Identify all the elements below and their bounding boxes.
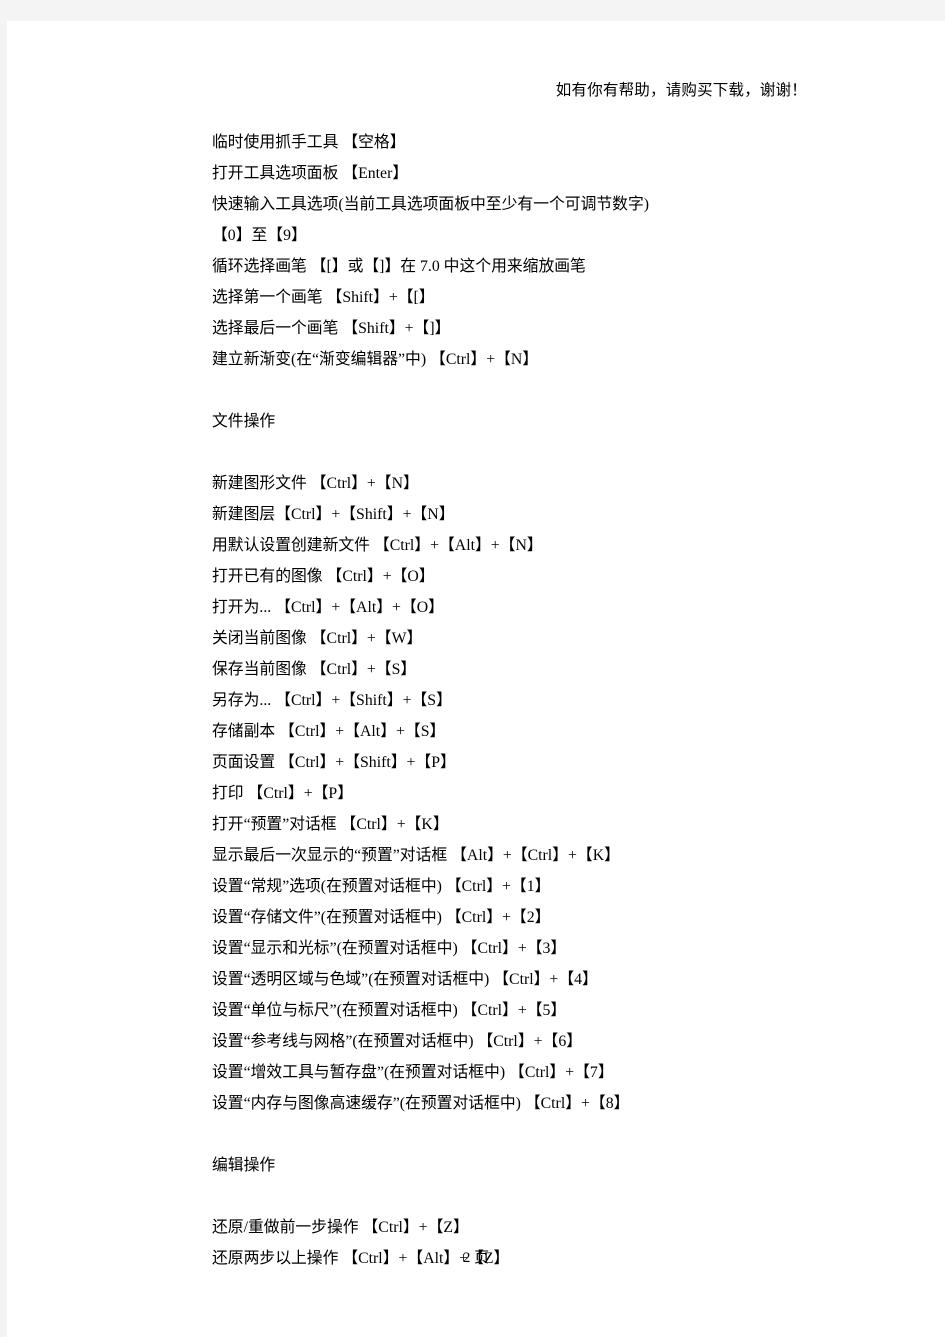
shortcut-line: 设置“单位与标尺”(在预置对话框中) 【Ctrl】+【5】 (212, 1002, 567, 1019)
section-heading: 编辑操作 (212, 1157, 276, 1174)
shortcut-line: 设置“显示和光标”(在预置对话框中) 【Ctrl】+【3】 (212, 940, 567, 957)
shortcut-line: 打开已有的图像 【Ctrl】+【O】 (212, 568, 435, 585)
shortcut-line: 选择最后一个画笔 【Shift】+【]】 (212, 320, 451, 337)
shortcut-line: 打开为... 【Ctrl】+【Alt】+【O】 (212, 599, 444, 616)
shortcut-line: 另存为... 【Ctrl】+【Shift】+【S】 (212, 692, 452, 709)
shortcut-line: 快速输入工具选项(当前工具选项面板中至少有一个可调节数字) 【0】至【9】 (212, 196, 650, 244)
shortcut-line: 选择第一个画笔 【Shift】+【[】 (212, 289, 435, 306)
shortcut-line: 临时使用抓手工具 【空格】 (212, 134, 406, 151)
shortcut-line: 新建图形文件 【Ctrl】+【N】 (212, 475, 419, 492)
document-header-note: 如有你有帮助，请购买下载，谢谢！ (555, 82, 807, 99)
shortcut-line: 打开“预置”对话框 【Ctrl】+【K】 (212, 816, 449, 833)
shortcut-line: 用默认设置创建新文件 【Ctrl】+【Alt】+【N】 (212, 537, 543, 554)
shortcut-line: 打开工具选项面板 【Enter】 (212, 165, 409, 182)
scanned-page: 如有你有帮助，请购买下载，谢谢！ 临时使用抓手工具 【空格】 打开工具选项面板 【… (0, 0, 945, 1337)
shortcut-line: 设置“内存与图像高速缓存”(在预置对话框中) 【Ctrl】+【8】 (212, 1095, 630, 1112)
shortcut-line: 存储副本 【Ctrl】+【Alt】+【S】 (212, 723, 446, 740)
document-content: 临时使用抓手工具 【空格】 打开工具选项面板 【Enter】快速输入工具选项(当前… (212, 127, 680, 1274)
page-number: 2 页 (462, 1250, 490, 1266)
shortcut-line: 保存当前图像 【Ctrl】+【S】 (212, 661, 417, 678)
shortcut-line: 还原/重做前一步操作 【Ctrl】+【Z】 (212, 1219, 469, 1236)
scan-edge-top (0, 0, 945, 21)
page-body: 如有你有帮助，请购买下载，谢谢！ 临时使用抓手工具 【空格】 打开工具选项面板 【… (7, 21, 945, 1337)
shortcut-line: 关闭当前图像 【Ctrl】+【W】 (212, 630, 423, 647)
section-heading: 文件操作 (212, 413, 276, 430)
shortcut-line: 设置“增效工具与暂存盘”(在预置对话框中) 【Ctrl】+【7】 (212, 1064, 614, 1081)
shortcut-line: 设置“存储文件”(在预置对话框中) 【Ctrl】+【2】 (212, 909, 551, 926)
shortcut-line: 循环选择画笔 【[】或【]】在 7.0 中这个用来缩放画笔 (212, 258, 586, 275)
shortcut-line: 页面设置 【Ctrl】+【Shift】+【P】 (212, 754, 456, 771)
shortcut-line: 显示最后一次显示的“预置”对话框 【Alt】+【Ctrl】+【K】 (212, 847, 620, 864)
shortcut-line: 新建图层【Ctrl】+【Shift】+【N】 (212, 506, 455, 523)
shortcut-line: 建立新渐变(在“渐变编辑器”中) 【Ctrl】+【N】 (212, 351, 539, 368)
shortcut-line: 设置“常规”选项(在预置对话框中) 【Ctrl】+【1】 (212, 878, 551, 895)
scan-edge-left (0, 21, 7, 1337)
shortcut-line: 打印 【Ctrl】+【P】 (212, 785, 353, 802)
shortcut-line: 设置“参考线与网格”(在预置对话框中) 【Ctrl】+【6】 (212, 1033, 583, 1050)
shortcut-line: 设置“透明区域与色域”(在预置对话框中) 【Ctrl】+【4】 (212, 971, 598, 988)
